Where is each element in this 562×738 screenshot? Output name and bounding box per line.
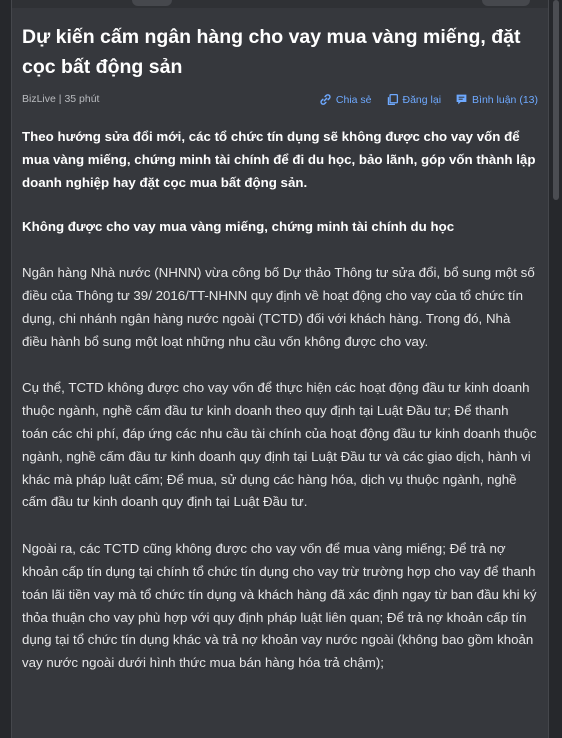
article-subheading: Không được cho vay mua vàng miếng, chứng… xyxy=(22,219,455,235)
comment-button[interactable]: Bình luận (13) xyxy=(455,93,538,106)
copy-icon xyxy=(386,93,399,106)
toolbar-chip[interactable] xyxy=(482,0,530,6)
scrollbar[interactable] xyxy=(553,0,559,738)
article-lead: Theo hướng sửa đổi mới, các tổ chức tín … xyxy=(22,129,536,190)
article-source[interactable]: BizLive xyxy=(22,93,56,105)
article-title: Dự kiến cấm ngân hàng cho vay mua vàng m… xyxy=(22,26,521,78)
comment-icon xyxy=(455,93,468,106)
article-paragraph: Ngoài ra, các TCTD cũng không được cho v… xyxy=(22,541,537,671)
repost-button[interactable]: Đăng lại xyxy=(386,93,442,106)
share-button[interactable]: Chia sẻ xyxy=(319,93,372,106)
repost-label: Đăng lại xyxy=(402,93,442,106)
article-time: 35 phút xyxy=(64,93,100,105)
article-paragraph: Cụ thể, TCTD không được cho vay vốn để t… xyxy=(22,380,537,510)
article-actions: Chia sẻ Đăng lại Bình luận (13) xyxy=(319,93,538,106)
meta-separator: | xyxy=(58,93,62,105)
scrollbar-thumb[interactable] xyxy=(553,0,559,200)
app-background: Dự kiến cấm ngân hàng cho vay mua vàng m… xyxy=(0,0,562,738)
toolbar-chip[interactable] xyxy=(132,0,172,6)
link-icon xyxy=(319,93,332,106)
top-toolbar-strip xyxy=(12,0,548,8)
article-panel: Dự kiến cấm ngân hàng cho vay mua vàng m… xyxy=(11,0,549,738)
share-label: Chia sẻ xyxy=(335,93,372,106)
article-meta: BizLive | 35 phút xyxy=(22,93,99,105)
article-paragraph: Ngân hàng Nhà nước (NHNN) vừa công bố Dự… xyxy=(22,265,535,349)
comment-label: Bình luận (13) xyxy=(472,93,538,106)
article-body: Theo hướng sửa đổi mới, các tổ chức tín … xyxy=(22,126,537,699)
